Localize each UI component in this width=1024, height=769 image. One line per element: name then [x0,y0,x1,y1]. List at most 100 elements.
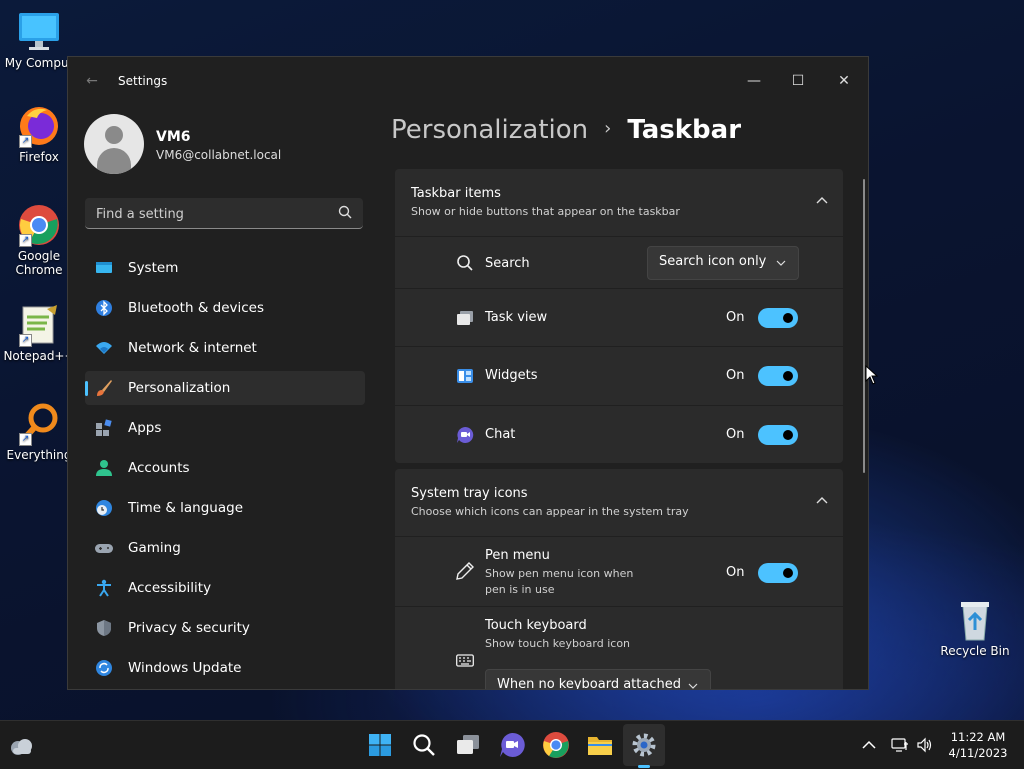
search-box[interactable] [85,198,363,229]
content-scrollbar[interactable] [863,179,865,473]
brush-icon [95,379,113,397]
setting-description: Show pen menu icon when pen is in use [485,567,634,596]
update-icon [95,659,113,677]
avatar-body [97,148,131,174]
sidebar-item-accounts[interactable]: Accounts [85,451,365,485]
dropdown-value: Search icon only [659,254,767,269]
avatar-head [105,126,123,144]
pen-menu-toggle[interactable] [758,563,798,583]
everything-search-icon: ↗ [17,402,61,446]
shield-icon [95,619,113,637]
title-bar: ← Settings — ☐ ✕ [68,57,868,105]
apps-icon [95,419,113,437]
section-header-taskbar-items[interactable]: Taskbar items Show or hide buttons that … [395,169,843,236]
sidebar-item-windows-update[interactable]: Windows Update [85,651,365,685]
firefox-icon: ↗ [17,104,61,148]
sidebar-item-label: Network & internet [128,340,257,356]
sidebar-item-personalization[interactable]: Personalization [85,371,365,405]
section-subtitle: Show or hide buttons that appear on the … [411,205,680,218]
search-icon [456,254,474,272]
dropdown-value: When no keyboard attached [497,677,681,689]
search-icon[interactable] [337,204,353,220]
network-icon[interactable] [891,736,909,754]
minimize-button[interactable]: — [738,65,770,97]
sidebar-item-label: Apps [128,420,162,436]
setting-label: Chat [485,427,516,442]
sidebar-item-time-language[interactable]: Time & language [85,491,365,525]
sidebar-item-label: Gaming [128,540,181,556]
sidebar-item-label: System [128,260,179,276]
setting-row-chat: Chat On [395,406,843,463]
settings-gear-icon[interactable] [630,731,658,759]
sidebar-item-apps[interactable]: Apps [85,411,365,445]
search-mode-dropdown[interactable]: Search icon only [647,246,799,280]
chat-icon [456,426,474,444]
task-view-icon [456,309,474,327]
desktop-icon-label: Everything [6,448,72,462]
breadcrumb-parent[interactable]: Personalization [391,115,588,145]
sidebar-item-label: Privacy & security [128,620,250,636]
sidebar-item-privacy-security[interactable]: Privacy & security [85,611,365,645]
widgets-toggle[interactable] [758,366,798,386]
setting-row-task-view: Task view On [395,289,843,346]
file-explorer-icon[interactable] [586,731,614,759]
shortcut-arrow-icon: ↗ [19,433,32,446]
taskbar-search-button[interactable] [410,731,438,759]
chevron-down-icon [688,680,698,689]
chevron-up-icon[interactable] [860,736,878,754]
chrome-icon: ↗ [17,203,61,247]
widgets-icon [456,367,474,385]
setting-row-pen-menu: Pen menu Show pen menu icon when pen is … [395,537,843,606]
accounts-icon [95,459,113,477]
avatar[interactable] [84,114,144,174]
sidebar-item-bluetooth-devices[interactable]: Bluetooth & devices [85,291,365,325]
setting-label: Search [485,256,530,271]
sidebar-item-system[interactable]: System [85,251,365,285]
desktop-icon-label: Google Chrome [15,249,63,277]
breadcrumb-separator: › [604,118,612,139]
sidebar-item-gaming[interactable]: Gaming [85,531,365,565]
section-title: Taskbar items [411,186,501,201]
task-view-button[interactable] [454,731,482,759]
mouse-cursor-icon [865,364,879,385]
clock-date: 4/11/2023 [948,746,1008,760]
shortcut-arrow-icon: ↗ [19,135,32,148]
sidebar-item-accessibility[interactable]: Accessibility [85,571,365,605]
breadcrumb: Personalization › Taskbar [391,115,741,155]
accessibility-icon [95,579,113,597]
toggle-state-label: On [726,368,745,383]
toggle-state-label: On [726,310,745,325]
chrome-taskbar-icon[interactable] [542,731,570,759]
volume-icon[interactable] [916,736,934,754]
close-button[interactable]: ✕ [828,65,860,97]
weather-widget-icon[interactable] [8,733,34,759]
setting-row-touch-keyboard: Touch keyboard Show touch keyboard icon … [395,607,843,689]
shortcut-arrow-icon: ↗ [19,234,32,247]
chevron-up-icon[interactable] [815,493,829,507]
sidebar-item-label: Windows Update [128,660,242,676]
section-header-system-tray[interactable]: System tray icons Choose which icons can… [395,469,843,536]
section-title: System tray icons [411,486,528,501]
shortcut-arrow-icon: ↗ [19,334,32,347]
sidebar-item-label: Bluetooth & devices [128,300,265,316]
chevron-down-icon [776,257,786,267]
system-clock[interactable]: 11:22 AM 4/11/2023 [942,729,1014,761]
chat-button[interactable] [498,731,526,759]
chat-toggle[interactable] [758,425,798,445]
settings-window: ← Settings — ☐ ✕ VM6 VM6@collabnet.local… [67,56,869,690]
task-view-toggle[interactable] [758,308,798,328]
desktop-icon-label: Notepad++ [3,349,75,363]
notepadpp-icon: ↗ [17,303,61,347]
sidebar-item-label: Time & language [128,500,244,516]
sidebar-item-network-internet[interactable]: Network & internet [85,331,365,365]
search-input[interactable] [94,203,328,225]
touch-keyboard-dropdown[interactable]: When no keyboard attached [485,669,711,689]
desktop-icon-recycle-bin[interactable]: Recycle Bin [936,598,1014,658]
maximize-button[interactable]: ☐ [782,65,814,97]
recycle-bin-icon [953,598,997,642]
page-title: Taskbar [627,115,742,145]
chevron-up-icon[interactable] [815,193,829,207]
start-button[interactable] [366,731,394,759]
wifi-icon [95,339,113,357]
back-button[interactable]: ← [82,71,102,91]
